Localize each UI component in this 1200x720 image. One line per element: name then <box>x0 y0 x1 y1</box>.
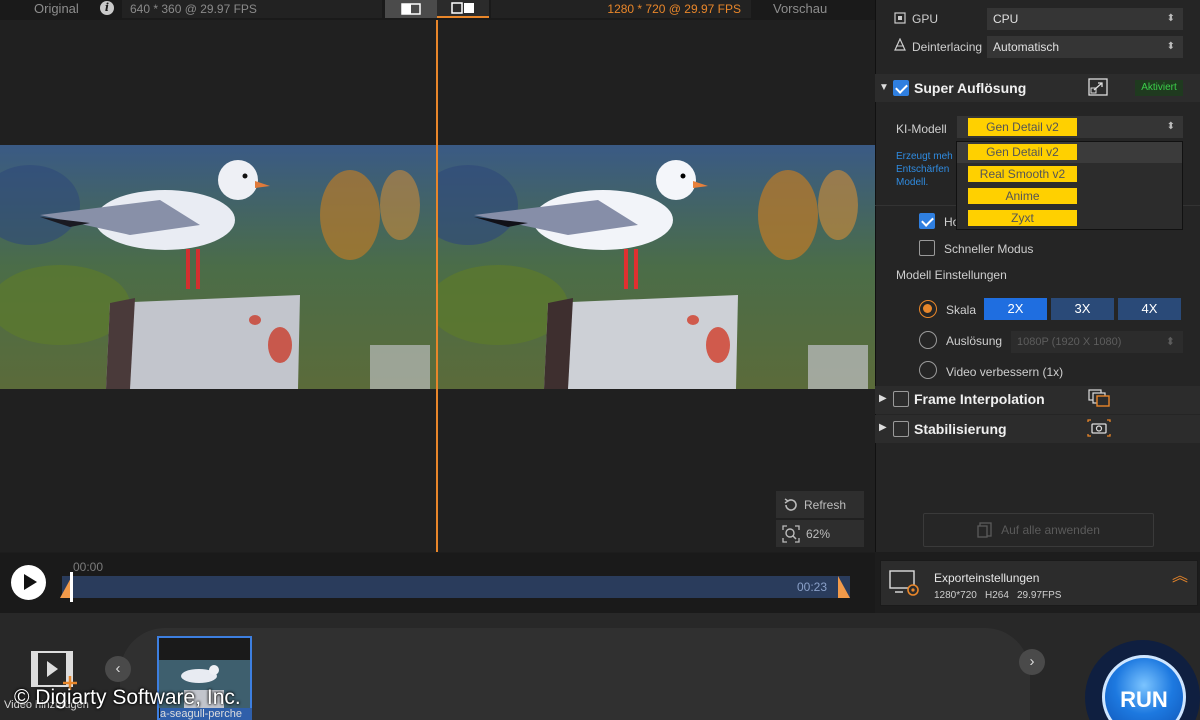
apply-all-button: Auf alle anwenden <box>923 513 1154 547</box>
gpu-value: CPU <box>993 12 1019 26</box>
select-chevron-icon: ⬍ <box>1166 13 1175 24</box>
ai-model-label: KI-Modell <box>896 122 947 136</box>
model-option-gen-detail[interactable]: Gen Detail v2 <box>968 144 1077 160</box>
zoom-icon <box>782 524 800 543</box>
zoom-level: 62% <box>806 526 831 541</box>
play-icon[interactable] <box>11 565 46 600</box>
compare-divider[interactable] <box>436 20 438 552</box>
original-label: Original <box>34 1 79 16</box>
export-title: Exporteinstellungen <box>934 571 1040 585</box>
stabilization-checkbox[interactable] <box>893 421 909 437</box>
model-option-real-smooth[interactable]: Real Smooth v2 <box>968 166 1077 182</box>
expand-triangle-icon[interactable]: ▶ <box>879 422 887 433</box>
split-view-button[interactable] <box>437 0 489 18</box>
model-description-3: Modell. <box>896 177 929 188</box>
deinterlacing-select[interactable]: Automatisch ⬍ <box>987 36 1183 58</box>
copyright-watermark: © Digiarty Software, Inc. <box>14 686 241 709</box>
timeline-track[interactable] <box>62 576 850 598</box>
upscale-icon <box>1088 78 1108 96</box>
enhance-radio[interactable] <box>919 361 937 379</box>
super-resolution-checkbox[interactable] <box>893 80 909 96</box>
info-icon[interactable]: i <box>100 1 114 15</box>
zoom-button[interactable]: 62% <box>776 520 864 547</box>
refresh-label: Refresh <box>804 497 847 512</box>
refresh-icon <box>784 497 797 511</box>
model-description-2: Entschärfen <box>896 164 950 175</box>
gpu-select[interactable]: CPU ⬍ <box>987 8 1183 30</box>
original-resolution: 640 * 360 @ 29.97 FPS <box>122 0 382 18</box>
model-option-zyxt[interactable]: Zyxt <box>968 210 1077 226</box>
enhance-label: Video verbessern (1x) <box>946 365 1064 379</box>
scale-radio[interactable] <box>919 300 937 318</box>
chevron-right-icon[interactable]: › <box>1019 649 1045 675</box>
frame-interpolation-checkbox[interactable] <box>893 391 909 407</box>
collapse-triangle-icon[interactable]: ▼ <box>879 82 889 93</box>
preview-frame <box>438 145 875 389</box>
chevron-left-icon[interactable]: ‹ <box>105 656 131 682</box>
scale-4x-button[interactable]: 4X <box>1118 298 1181 320</box>
preview-label: Vorschau <box>773 1 828 16</box>
seagull-image-original <box>0 145 436 389</box>
export-settings-icon <box>889 570 919 596</box>
filmstrip-tray <box>120 628 1030 720</box>
deinterlace-icon <box>894 38 906 51</box>
export-resolution: 1280*720 <box>934 590 977 601</box>
timeline-end-time: 00:23 <box>797 580 828 594</box>
option-checkbox-1[interactable] <box>919 213 935 229</box>
super-resolution-title: Super Auflösung <box>914 80 1027 96</box>
ai-model-value: Gen Detail v2 <box>968 118 1077 136</box>
resolution-label: Auslösung <box>946 334 1003 348</box>
resolution-radio[interactable] <box>919 331 937 349</box>
split-view-icon <box>451 2 474 14</box>
expand-up-icon[interactable]: ︽ <box>1172 569 1188 585</box>
apply-all-label: Auf alle anwenden <box>1001 523 1100 537</box>
scale-3x-button[interactable]: 3X <box>1051 298 1114 320</box>
model-settings-label: Modell Einstellungen <box>896 268 1007 282</box>
deinterlacing-value: Automatisch <box>993 40 1060 54</box>
gpu-label: GPU <box>912 12 939 26</box>
apply-all-icon <box>977 522 992 538</box>
seagull-image-preview <box>438 145 875 389</box>
fast-mode-label: Schneller Modus <box>944 242 1034 256</box>
select-chevron-icon: ⬍ <box>1165 336 1175 348</box>
deinterlacing-label: Deinterlacing <box>912 40 983 54</box>
expand-triangle-icon[interactable]: ▶ <box>879 393 887 404</box>
active-badge: Aktiviert <box>1135 80 1183 96</box>
select-chevron-icon: ⬍ <box>1166 121 1175 132</box>
gpu-icon <box>894 12 906 24</box>
single-view-icon <box>401 3 421 15</box>
select-chevron-icon: ⬍ <box>1166 41 1175 52</box>
playhead[interactable] <box>70 572 73 602</box>
model-option-anime[interactable]: Anime <box>968 188 1077 204</box>
timeline-start-time: 00:00 <box>73 560 104 574</box>
single-view-button[interactable] <box>385 0 437 18</box>
scale-label: Skala <box>946 303 977 317</box>
export-codec: H264 <box>985 590 1009 601</box>
original-frame <box>0 145 436 389</box>
export-fps: 29.97FPS <box>1017 590 1062 601</box>
frame-interpolation-title: Frame Interpolation <box>914 391 1045 407</box>
refresh-button[interactable]: Refresh <box>776 491 864 518</box>
resolution-value: 1080P (1920 X 1080) <box>1017 336 1122 348</box>
scale-2x-button[interactable]: 2X <box>984 298 1047 320</box>
fast-mode-checkbox[interactable] <box>919 240 935 256</box>
resolution-select: 1080P (1920 X 1080) ⬍ <box>1011 331 1183 353</box>
camera-stabilize-icon <box>1087 419 1111 437</box>
stabilization-title: Stabilisierung <box>914 421 1007 437</box>
frames-icon <box>1088 389 1110 407</box>
model-description-1: Erzeugt meh <box>896 151 953 162</box>
view-mode-toggle[interactable] <box>385 0 489 18</box>
preview-resolution: 1280 * 720 @ 29.97 FPS <box>491 0 751 18</box>
